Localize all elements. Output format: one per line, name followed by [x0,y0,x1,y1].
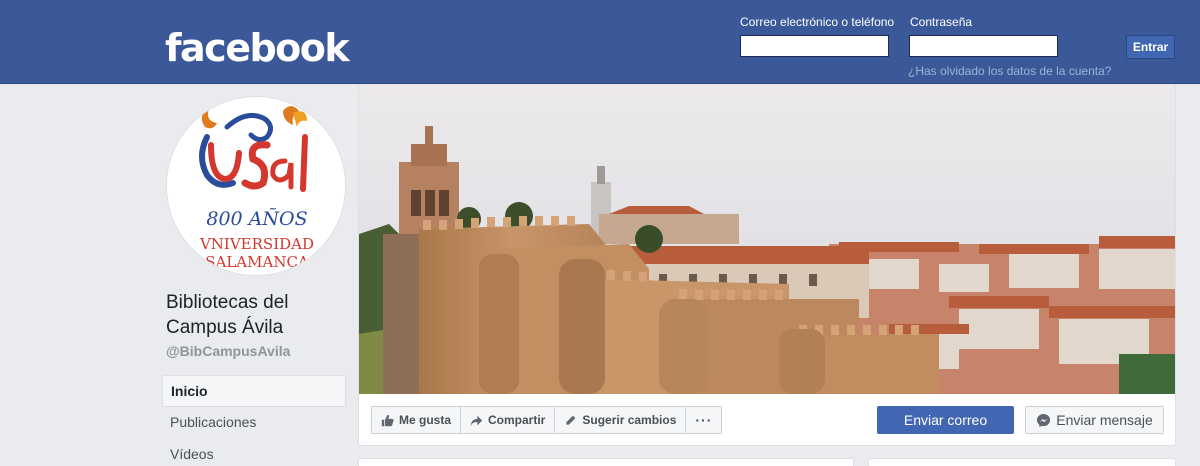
login-button[interactable]: Entrar [1126,35,1175,59]
facebook-logo[interactable]: facebook [165,26,350,70]
share-label: Compartir [488,413,546,427]
cover-card: Me gusta Compartir Sugerir cambios ··· E… [358,84,1176,446]
email-label: Correo electrónico o teléfono [740,15,895,29]
usal-logo-image: 800 AÑOS VNIVERSIDAD SALAMANCA [167,97,345,275]
page-title[interactable]: Bibliotecas del Campus Ávila [166,290,346,340]
suggest-label: Sugerir cambios [582,413,677,427]
like-label: Me gusta [399,413,452,427]
send-message-label: Enviar mensaje [1056,412,1153,428]
thumbs-up-icon [381,414,394,426]
share-arrow-icon [470,415,483,426]
avatar-city-text: SALAMANCA [205,253,309,271]
top-navigation-bar: facebook Correo electrónico o teléfono C… [0,0,1200,84]
cover-photo[interactable] [359,84,1176,394]
avatar-university-text: VNIVERSIDAD [199,235,314,253]
more-dots-icon: ··· [695,412,713,428]
sidebar-item-inicio[interactable]: Inicio [162,375,346,407]
content-card-right [868,458,1176,466]
avatar-years-text: 800 AÑOS [206,207,307,230]
pencil-icon [566,415,576,425]
email-field[interactable] [740,35,889,57]
password-field[interactable] [909,35,1058,57]
sidebar-item-publicaciones[interactable]: Publicaciones [162,407,346,439]
more-options-button[interactable]: ··· [686,407,722,433]
like-button[interactable]: Me gusta [372,407,462,433]
messenger-icon [1037,413,1051,427]
content-card-left [358,458,854,466]
password-label: Contraseña [910,15,973,29]
share-button[interactable]: Compartir [461,407,556,433]
page-handle[interactable]: @BibCampusAvila [166,343,290,359]
send-email-button[interactable]: Enviar correo [877,406,1014,434]
profile-picture[interactable]: 800 AÑOS VNIVERSIDAD SALAMANCA [166,96,346,276]
sidebar-item-videos[interactable]: Vídeos [162,439,346,466]
suggest-edits-button[interactable]: Sugerir cambios [555,407,687,433]
forgot-account-link[interactable]: ¿Has olvidado los datos de la cuenta? [908,64,1111,78]
page-sidebar-nav: Inicio Publicaciones Vídeos [162,375,346,466]
send-message-button[interactable]: Enviar mensaje [1025,406,1164,434]
page-action-bar: Me gusta Compartir Sugerir cambios ··· [371,406,723,434]
